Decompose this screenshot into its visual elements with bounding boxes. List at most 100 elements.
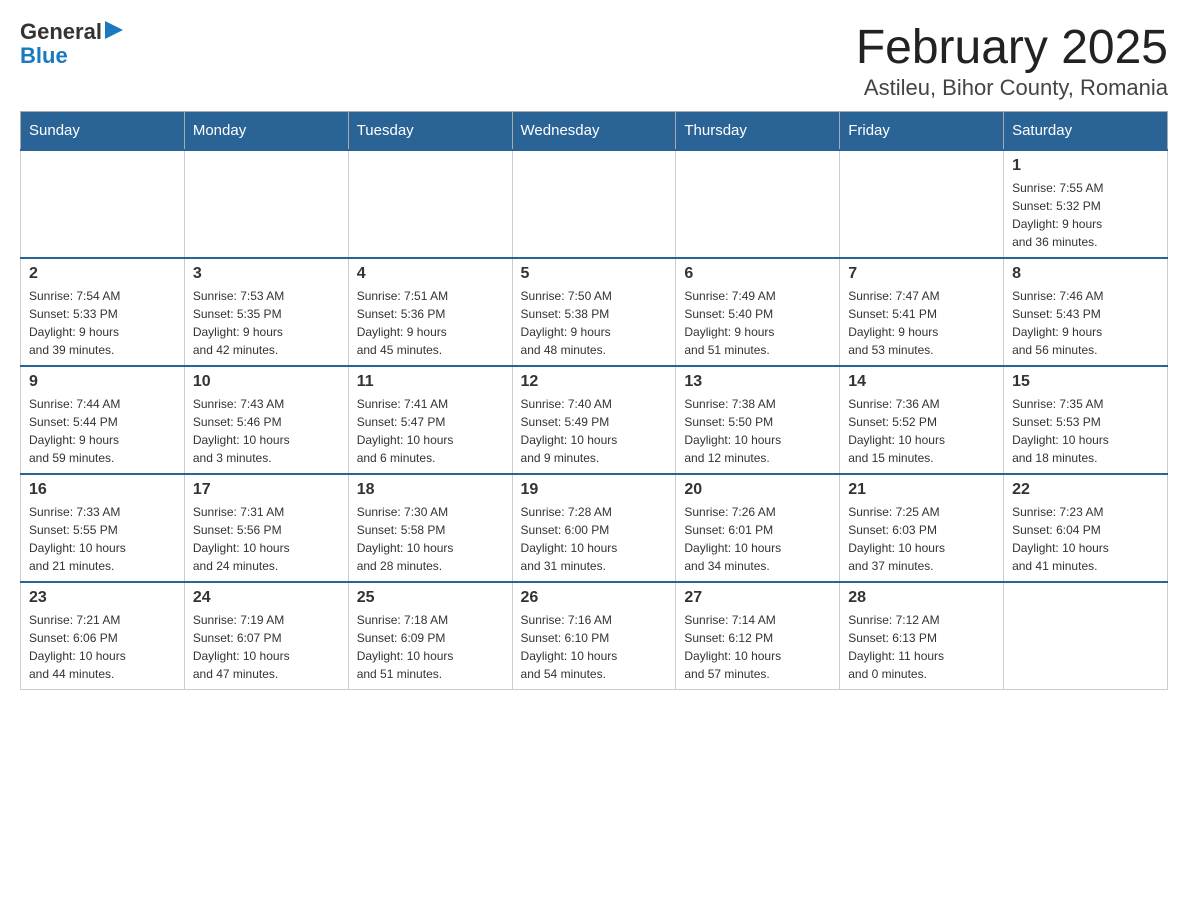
day-info: Sunrise: 7:49 AM Sunset: 5:40 PM Dayligh… [684, 287, 831, 359]
day-info: Sunrise: 7:36 AM Sunset: 5:52 PM Dayligh… [848, 395, 995, 467]
calendar-cell: 9 Sunrise: 7:44 AM Sunset: 5:44 PM Daylig… [21, 366, 185, 474]
calendar-table: SundayMondayTuesdayWednesdayThursdayFrid… [20, 111, 1168, 690]
calendar-cell: 13 Sunrise: 7:38 AM Sunset: 5:50 PM Dayli… [676, 366, 840, 474]
calendar-cell: 7 Sunrise: 7:47 AM Sunset: 5:41 PM Daylig… [840, 258, 1004, 366]
day-info: Sunrise: 7:18 AM Sunset: 6:09 PM Dayligh… [357, 611, 504, 683]
calendar-header-row: SundayMondayTuesdayWednesdayThursdayFrid… [21, 112, 1168, 151]
calendar-cell: 17Sunrise: 7:31 AM Sunset: 5:56 PM Dayli… [184, 474, 348, 582]
day-info: Sunrise: 7:54 AM Sunset: 5:33 PM Dayligh… [29, 287, 176, 359]
calendar-cell [512, 150, 676, 258]
day-number: 1 [1012, 157, 1159, 175]
day-info: Sunrise: 7:40 AM Sunset: 5:49 PM Dayligh… [521, 395, 668, 467]
day-info: Sunrise: 7:33 AM Sunset: 5:55 PM Dayligh… [29, 503, 176, 575]
logo-general: General [20, 20, 102, 44]
day-number: 14 [848, 373, 995, 391]
day-number: 18 [357, 481, 504, 499]
calendar-cell: 4 Sunrise: 7:51 AM Sunset: 5:36 PM Daylig… [348, 258, 512, 366]
day-number: 4 [357, 265, 504, 283]
calendar-cell: 24 Sunrise: 7:19 AM Sunset: 6:07 PM Dayli… [184, 582, 348, 690]
day-number: 26 [521, 589, 668, 607]
day-info: Sunrise: 7:38 AM Sunset: 5:50 PM Dayligh… [684, 395, 831, 467]
day-number: 11 [357, 373, 504, 391]
title-block: February 2025 Astileu, Bihor County, Rom… [856, 20, 1168, 101]
week-row-5: 23 Sunrise: 7:21 AM Sunset: 6:06 PM Dayli… [21, 582, 1168, 690]
day-number: 5 [521, 265, 668, 283]
calendar-cell: 27Sunrise: 7:14 AM Sunset: 6:12 PM Dayli… [676, 582, 840, 690]
day-number: 19 [521, 481, 668, 499]
day-info: Sunrise: 7:53 AM Sunset: 5:35 PM Dayligh… [193, 287, 340, 359]
calendar-cell [184, 150, 348, 258]
calendar-cell: 5Sunrise: 7:50 AM Sunset: 5:38 PM Daylig… [512, 258, 676, 366]
day-info: Sunrise: 7:14 AM Sunset: 6:12 PM Dayligh… [684, 611, 831, 683]
day-info: Sunrise: 7:35 AM Sunset: 5:53 PM Dayligh… [1012, 395, 1159, 467]
week-row-4: 16 Sunrise: 7:33 AM Sunset: 5:55 PM Dayli… [21, 474, 1168, 582]
calendar-cell [676, 150, 840, 258]
day-info: Sunrise: 7:47 AM Sunset: 5:41 PM Dayligh… [848, 287, 995, 359]
logo-blue: Blue [20, 43, 68, 68]
calendar-cell: 25Sunrise: 7:18 AM Sunset: 6:09 PM Dayli… [348, 582, 512, 690]
logo: General Blue [20, 20, 123, 68]
day-info: Sunrise: 7:16 AM Sunset: 6:10 PM Dayligh… [521, 611, 668, 683]
calendar-cell: 20 Sunrise: 7:26 AM Sunset: 6:01 PM Dayli… [676, 474, 840, 582]
calendar-cell: 15 Sunrise: 7:35 AM Sunset: 5:53 PM Dayli… [1004, 366, 1168, 474]
page-header: General Blue February 2025 Astileu, Biho… [20, 20, 1168, 101]
day-number: 10 [193, 373, 340, 391]
weekday-header-sunday: Sunday [21, 112, 185, 151]
weekday-header-thursday: Thursday [676, 112, 840, 151]
calendar-cell: 1Sunrise: 7:55 AM Sunset: 5:32 PM Daylig… [1004, 150, 1168, 258]
calendar-cell: 11 Sunrise: 7:41 AM Sunset: 5:47 PM Dayli… [348, 366, 512, 474]
calendar-cell: 23 Sunrise: 7:21 AM Sunset: 6:06 PM Dayli… [21, 582, 185, 690]
page-title: February 2025 [856, 20, 1168, 75]
day-info: Sunrise: 7:41 AM Sunset: 5:47 PM Dayligh… [357, 395, 504, 467]
day-number: 8 [1012, 265, 1159, 283]
day-info: Sunrise: 7:19 AM Sunset: 6:07 PM Dayligh… [193, 611, 340, 683]
day-number: 9 [29, 373, 176, 391]
day-info: Sunrise: 7:28 AM Sunset: 6:00 PM Dayligh… [521, 503, 668, 575]
day-number: 15 [1012, 373, 1159, 391]
calendar-cell: 3 Sunrise: 7:53 AM Sunset: 5:35 PM Daylig… [184, 258, 348, 366]
week-row-3: 9 Sunrise: 7:44 AM Sunset: 5:44 PM Daylig… [21, 366, 1168, 474]
day-number: 2 [29, 265, 176, 283]
calendar-cell: 19 Sunrise: 7:28 AM Sunset: 6:00 PM Dayli… [512, 474, 676, 582]
day-info: Sunrise: 7:30 AM Sunset: 5:58 PM Dayligh… [357, 503, 504, 575]
calendar-cell: 21 Sunrise: 7:25 AM Sunset: 6:03 PM Dayli… [840, 474, 1004, 582]
day-info: Sunrise: 7:44 AM Sunset: 5:44 PM Dayligh… [29, 395, 176, 467]
calendar-cell: 8 Sunrise: 7:46 AM Sunset: 5:43 PM Daylig… [1004, 258, 1168, 366]
day-info: Sunrise: 7:26 AM Sunset: 6:01 PM Dayligh… [684, 503, 831, 575]
calendar-cell [348, 150, 512, 258]
day-number: 28 [848, 589, 995, 607]
weekday-header-saturday: Saturday [1004, 112, 1168, 151]
day-number: 13 [684, 373, 831, 391]
calendar-cell: 26 Sunrise: 7:16 AM Sunset: 6:10 PM Dayli… [512, 582, 676, 690]
day-number: 23 [29, 589, 176, 607]
calendar-cell: 6 Sunrise: 7:49 AM Sunset: 5:40 PM Daylig… [676, 258, 840, 366]
day-number: 24 [193, 589, 340, 607]
calendar-cell [21, 150, 185, 258]
weekday-header-tuesday: Tuesday [348, 112, 512, 151]
day-number: 16 [29, 481, 176, 499]
weekday-header-friday: Friday [840, 112, 1004, 151]
logo-arrow-icon [105, 21, 123, 39]
day-number: 22 [1012, 481, 1159, 499]
weekday-header-wednesday: Wednesday [512, 112, 676, 151]
day-info: Sunrise: 7:46 AM Sunset: 5:43 PM Dayligh… [1012, 287, 1159, 359]
day-info: Sunrise: 7:31 AM Sunset: 5:56 PM Dayligh… [193, 503, 340, 575]
day-number: 20 [684, 481, 831, 499]
calendar-cell: 28 Sunrise: 7:12 AM Sunset: 6:13 PM Dayli… [840, 582, 1004, 690]
calendar-cell: 10 Sunrise: 7:43 AM Sunset: 5:46 PM Dayli… [184, 366, 348, 474]
week-row-2: 2 Sunrise: 7:54 AM Sunset: 5:33 PM Daylig… [21, 258, 1168, 366]
calendar-cell: 14 Sunrise: 7:36 AM Sunset: 5:52 PM Dayli… [840, 366, 1004, 474]
day-info: Sunrise: 7:25 AM Sunset: 6:03 PM Dayligh… [848, 503, 995, 575]
day-info: Sunrise: 7:21 AM Sunset: 6:06 PM Dayligh… [29, 611, 176, 683]
day-info: Sunrise: 7:43 AM Sunset: 5:46 PM Dayligh… [193, 395, 340, 467]
day-number: 3 [193, 265, 340, 283]
day-number: 7 [848, 265, 995, 283]
calendar-cell [1004, 582, 1168, 690]
day-number: 6 [684, 265, 831, 283]
day-info: Sunrise: 7:51 AM Sunset: 5:36 PM Dayligh… [357, 287, 504, 359]
calendar-cell: 2 Sunrise: 7:54 AM Sunset: 5:33 PM Daylig… [21, 258, 185, 366]
weekday-header-monday: Monday [184, 112, 348, 151]
week-row-1: 1Sunrise: 7:55 AM Sunset: 5:32 PM Daylig… [21, 150, 1168, 258]
day-info: Sunrise: 7:12 AM Sunset: 6:13 PM Dayligh… [848, 611, 995, 683]
day-number: 21 [848, 481, 995, 499]
